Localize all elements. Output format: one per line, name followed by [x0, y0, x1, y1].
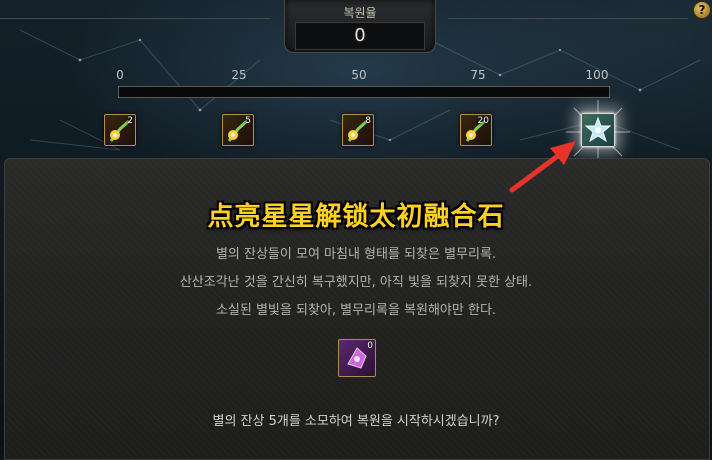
- confirm-prompt: 별의 잔상 5개를 소모하여 복원을 시작하시겠습니까?: [212, 414, 500, 429]
- material-slot[interactable]: 0: [338, 339, 376, 377]
- description-line-1: 별의 잔상들이 모여 마침내 형태를 되찾은 별무리록.: [215, 247, 497, 262]
- description-line-3: 소실된 별빛을 되찾아, 별무리록을 복원해야만 한다.: [215, 303, 497, 318]
- material-count: 0: [367, 341, 373, 351]
- annotation-arrow-icon: [509, 141, 576, 193]
- description-line-2: 산산조각난 것을 간신히 복구했지만, 아직 빛을 되찾지 못한 상태.: [179, 275, 533, 290]
